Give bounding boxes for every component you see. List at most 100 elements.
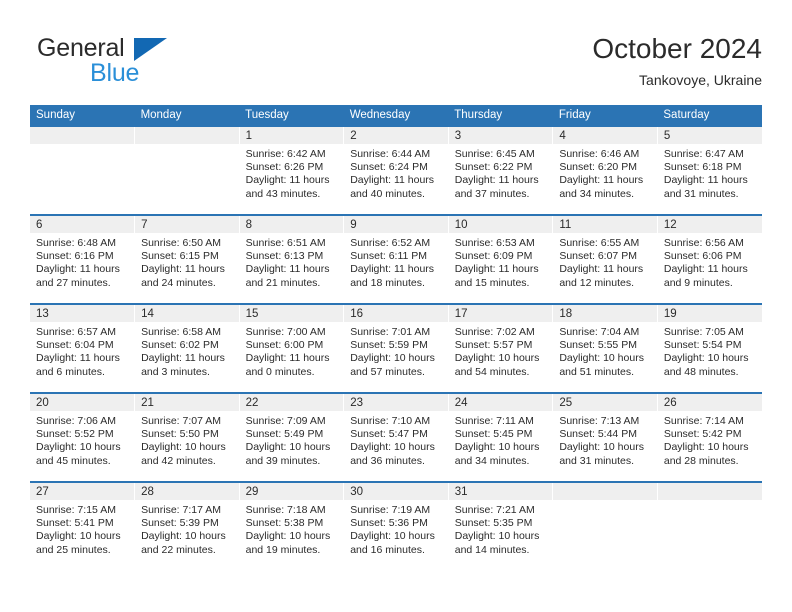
weekday-header-sunday: Sunday bbox=[30, 105, 135, 126]
day-details: Sunrise: 7:07 AM Sunset: 5:50 PM Daylight:… bbox=[135, 411, 239, 468]
sunrise-text: Sunrise: 6:47 AM bbox=[663, 148, 744, 160]
day-cell[interactable]: 4 Sunrise: 6:46 AM Sunset: 6:20 PM Daylight… bbox=[552, 125, 658, 215]
daylight-text: Daylight: 11 hours and 24 minutes. bbox=[141, 263, 225, 289]
day-cell[interactable]: 29 Sunrise: 7:18 AM Sunset: 5:38 PM Dayligh… bbox=[238, 481, 344, 571]
day-details: Sunrise: 7:09 AM Sunset: 5:49 PM Daylight:… bbox=[240, 411, 344, 468]
day-cell[interactable]: 5 Sunrise: 6:47 AM Sunset: 6:18 PM Daylight… bbox=[656, 125, 762, 215]
day-number: 16 bbox=[344, 305, 448, 322]
day-number bbox=[657, 483, 762, 500]
general-blue-logo[interactable]: General Blue bbox=[37, 34, 267, 90]
sunset-text: Sunset: 5:39 PM bbox=[141, 517, 219, 530]
day-details: Sunrise: 6:51 AM Sunset: 6:13 PM Daylight:… bbox=[240, 233, 344, 290]
weekday-header-monday: Monday bbox=[134, 105, 240, 126]
day-cell[interactable]: 9 Sunrise: 6:52 AM Sunset: 6:11 PM Daylight… bbox=[343, 214, 449, 304]
day-cell[interactable]: 2 Sunrise: 6:44 AM Sunset: 6:24 PM Daylight… bbox=[343, 125, 449, 215]
day-details: Sunrise: 6:45 AM Sunset: 6:22 PM Daylight:… bbox=[449, 144, 553, 201]
sunset-text: Sunset: 6:04 PM bbox=[36, 339, 114, 352]
day-cell[interactable]: 31 Sunrise: 7:21 AM Sunset: 5:35 PM Dayligh… bbox=[447, 481, 553, 571]
daylight-text: Daylight: 11 hours and 18 minutes. bbox=[350, 263, 435, 289]
day-cell[interactable]: 14 Sunrise: 6:58 AM Sunset: 6:02 PM Dayligh… bbox=[134, 303, 240, 393]
day-number: 21 bbox=[135, 394, 239, 411]
day-number: 18 bbox=[553, 305, 657, 322]
day-details: Sunrise: 7:14 AM Sunset: 5:42 PM Daylight:… bbox=[658, 411, 762, 468]
sunset-text: Sunset: 5:41 PM bbox=[36, 517, 114, 530]
day-cell[interactable]: 6 Sunrise: 6:48 AM Sunset: 6:16 PM Daylight… bbox=[30, 214, 135, 304]
day-cell[interactable]: 24 Sunrise: 7:11 AM Sunset: 5:45 PM Dayligh… bbox=[447, 392, 553, 482]
day-details: Sunrise: 7:21 AM Sunset: 5:35 PM Daylight:… bbox=[449, 500, 553, 557]
day-cell[interactable]: 17 Sunrise: 7:02 AM Sunset: 5:57 PM Dayligh… bbox=[447, 303, 553, 393]
day-details: Sunrise: 7:13 AM Sunset: 5:44 PM Daylight:… bbox=[553, 411, 657, 468]
daylight-text: Daylight: 10 hours and 25 minutes. bbox=[36, 530, 121, 556]
day-number: 20 bbox=[30, 394, 135, 411]
sunset-text: Sunset: 5:44 PM bbox=[559, 428, 637, 441]
day-number: 28 bbox=[135, 483, 239, 500]
day-cell[interactable]: 8 Sunrise: 6:51 AM Sunset: 6:13 PM Daylight… bbox=[238, 214, 344, 304]
daylight-text: Daylight: 10 hours and 22 minutes. bbox=[141, 530, 226, 556]
daylight-text: Daylight: 10 hours and 36 minutes. bbox=[350, 441, 435, 467]
day-cell[interactable]: 23 Sunrise: 7:10 AM Sunset: 5:47 PM Dayligh… bbox=[343, 392, 449, 482]
sunrise-text: Sunrise: 7:13 AM bbox=[559, 415, 640, 427]
daylight-text: Daylight: 11 hours and 12 minutes. bbox=[559, 263, 644, 289]
sunrise-text: Sunrise: 7:18 AM bbox=[245, 504, 326, 516]
day-cell[interactable]: 15 Sunrise: 7:00 AM Sunset: 6:00 PM Dayligh… bbox=[238, 303, 344, 393]
day-number bbox=[30, 127, 135, 144]
day-number: 30 bbox=[344, 483, 448, 500]
day-number: 22 bbox=[239, 394, 344, 411]
day-cell[interactable]: 3 Sunrise: 6:45 AM Sunset: 6:22 PM Daylight… bbox=[447, 125, 553, 215]
day-details: Sunrise: 6:55 AM Sunset: 6:07 PM Daylight:… bbox=[553, 233, 657, 290]
day-cell[interactable]: 28 Sunrise: 7:17 AM Sunset: 5:39 PM Dayligh… bbox=[134, 481, 240, 571]
day-cell[interactable]: 22 Sunrise: 7:09 AM Sunset: 5:49 PM Dayligh… bbox=[238, 392, 344, 482]
daylight-text: Daylight: 10 hours and 45 minutes. bbox=[36, 441, 121, 467]
day-cell[interactable]: 12 Sunrise: 6:56 AM Sunset: 6:06 PM Dayligh… bbox=[656, 214, 762, 304]
sunrise-text: Sunrise: 6:42 AM bbox=[245, 148, 326, 160]
day-cell[interactable]: 26 Sunrise: 7:14 AM Sunset: 5:42 PM Dayligh… bbox=[656, 392, 762, 482]
day-number: 13 bbox=[30, 305, 135, 322]
day-cell[interactable]: 13 Sunrise: 6:57 AM Sunset: 6:04 PM Dayligh… bbox=[30, 303, 135, 393]
day-cell[interactable]: 25 Sunrise: 7:13 AM Sunset: 5:44 PM Dayligh… bbox=[552, 392, 658, 482]
day-number: 6 bbox=[30, 216, 135, 233]
day-details: Sunrise: 7:10 AM Sunset: 5:47 PM Daylight:… bbox=[344, 411, 448, 468]
day-cell[interactable]: 16 Sunrise: 7:01 AM Sunset: 5:59 PM Dayligh… bbox=[343, 303, 449, 393]
sunrise-text: Sunrise: 6:55 AM bbox=[559, 237, 640, 249]
day-details: Sunrise: 6:58 AM Sunset: 6:02 PM Daylight:… bbox=[135, 322, 239, 379]
weekday-header-row: Sunday Monday Tuesday Wednesday Thursday… bbox=[30, 105, 762, 126]
day-cell[interactable]: 20 Sunrise: 7:06 AM Sunset: 5:52 PM Dayligh… bbox=[30, 392, 135, 482]
daylight-text: Daylight: 11 hours and 27 minutes. bbox=[36, 263, 120, 289]
sunrise-text: Sunrise: 7:04 AM bbox=[559, 326, 640, 338]
blue-triangle-icon bbox=[134, 38, 167, 61]
sunset-text: Sunset: 5:38 PM bbox=[245, 517, 324, 530]
sunrise-text: Sunrise: 6:50 AM bbox=[141, 237, 222, 249]
day-number: 1 bbox=[239, 127, 344, 144]
day-cell[interactable]: 18 Sunrise: 7:04 AM Sunset: 5:55 PM Dayligh… bbox=[552, 303, 658, 393]
sunset-text: Sunset: 6:06 PM bbox=[663, 250, 742, 263]
day-cell[interactable]: 27 Sunrise: 7:15 AM Sunset: 5:41 PM Dayligh… bbox=[30, 481, 135, 571]
daylight-text: Daylight: 11 hours and 0 minutes. bbox=[245, 352, 330, 378]
weekday-header-tuesday: Tuesday bbox=[239, 105, 344, 126]
daylight-text: Daylight: 10 hours and 51 minutes. bbox=[559, 352, 644, 378]
daylight-text: Daylight: 11 hours and 31 minutes. bbox=[663, 174, 748, 200]
day-cell[interactable]: 11 Sunrise: 6:55 AM Sunset: 6:07 PM Dayligh… bbox=[552, 214, 658, 304]
day-details: Sunrise: 7:05 AM Sunset: 5:54 PM Daylight:… bbox=[658, 322, 762, 379]
day-details: Sunrise: 7:11 AM Sunset: 5:45 PM Daylight:… bbox=[449, 411, 553, 468]
sunrise-text: Sunrise: 6:45 AM bbox=[454, 148, 535, 160]
day-details: Sunrise: 6:46 AM Sunset: 6:20 PM Daylight:… bbox=[553, 144, 657, 201]
day-cell[interactable]: 19 Sunrise: 7:05 AM Sunset: 5:54 PM Dayligh… bbox=[656, 303, 762, 393]
day-cell[interactable]: 10 Sunrise: 6:53 AM Sunset: 6:09 PM Dayligh… bbox=[447, 214, 553, 304]
day-cell[interactable]: 7 Sunrise: 6:50 AM Sunset: 6:15 PM Daylight… bbox=[134, 214, 240, 304]
daylight-text: Daylight: 10 hours and 57 minutes. bbox=[350, 352, 435, 378]
sunrise-text: Sunrise: 7:01 AM bbox=[350, 326, 431, 338]
sunset-text: Sunset: 5:35 PM bbox=[454, 517, 533, 530]
sunrise-text: Sunrise: 7:10 AM bbox=[350, 415, 431, 427]
day-cell[interactable]: 21 Sunrise: 7:07 AM Sunset: 5:50 PM Dayligh… bbox=[134, 392, 240, 482]
sunrise-text: Sunrise: 6:44 AM bbox=[350, 148, 431, 160]
day-number: 5 bbox=[657, 127, 762, 144]
calendar-week-row: 13 Sunrise: 6:57 AM Sunset: 6:04 PM Dayligh… bbox=[30, 303, 762, 393]
day-number: 7 bbox=[135, 216, 239, 233]
day-cell[interactable]: 30 Sunrise: 7:19 AM Sunset: 5:36 PM Dayligh… bbox=[343, 481, 449, 571]
sunrise-sunset-calendar: Sunday Monday Tuesday Wednesday Thursday… bbox=[30, 105, 762, 571]
calendar-week-row: 6 Sunrise: 6:48 AM Sunset: 6:16 PM Daylight… bbox=[30, 214, 762, 304]
day-cell[interactable]: 1 Sunrise: 6:42 AM Sunset: 6:26 PM Daylight… bbox=[238, 125, 344, 215]
day-details: Sunrise: 6:42 AM Sunset: 6:26 PM Daylight:… bbox=[240, 144, 344, 201]
day-details: Sunrise: 7:15 AM Sunset: 5:41 PM Daylight:… bbox=[30, 500, 134, 557]
daylight-text: Daylight: 10 hours and 31 minutes. bbox=[559, 441, 644, 467]
